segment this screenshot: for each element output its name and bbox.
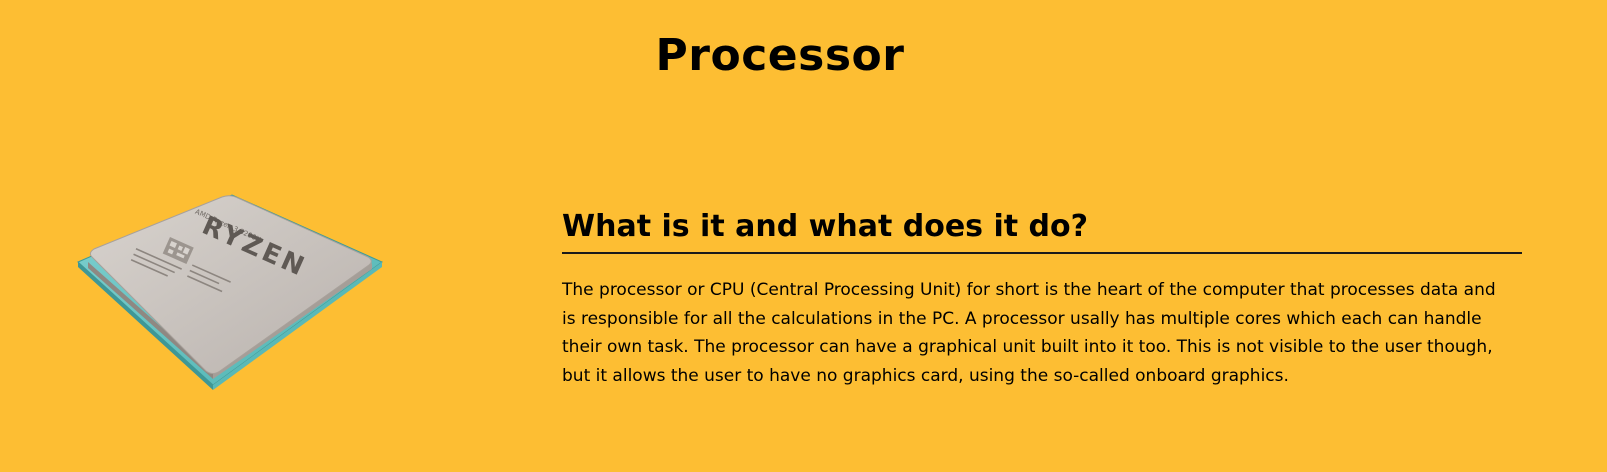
processor-image: AMD Ryzen 3 3200X RYZEN <box>70 185 400 405</box>
section-heading: What is it and what does it do? <box>562 206 1522 254</box>
page-title: Processor <box>655 30 905 81</box>
cpu-chip-icon: AMD Ryzen 3 3200X RYZEN <box>77 194 383 390</box>
section-description: The processor or CPU (Central Processing… <box>562 280 1496 386</box>
info-section: What is it and what does it do? The proc… <box>562 206 1522 390</box>
